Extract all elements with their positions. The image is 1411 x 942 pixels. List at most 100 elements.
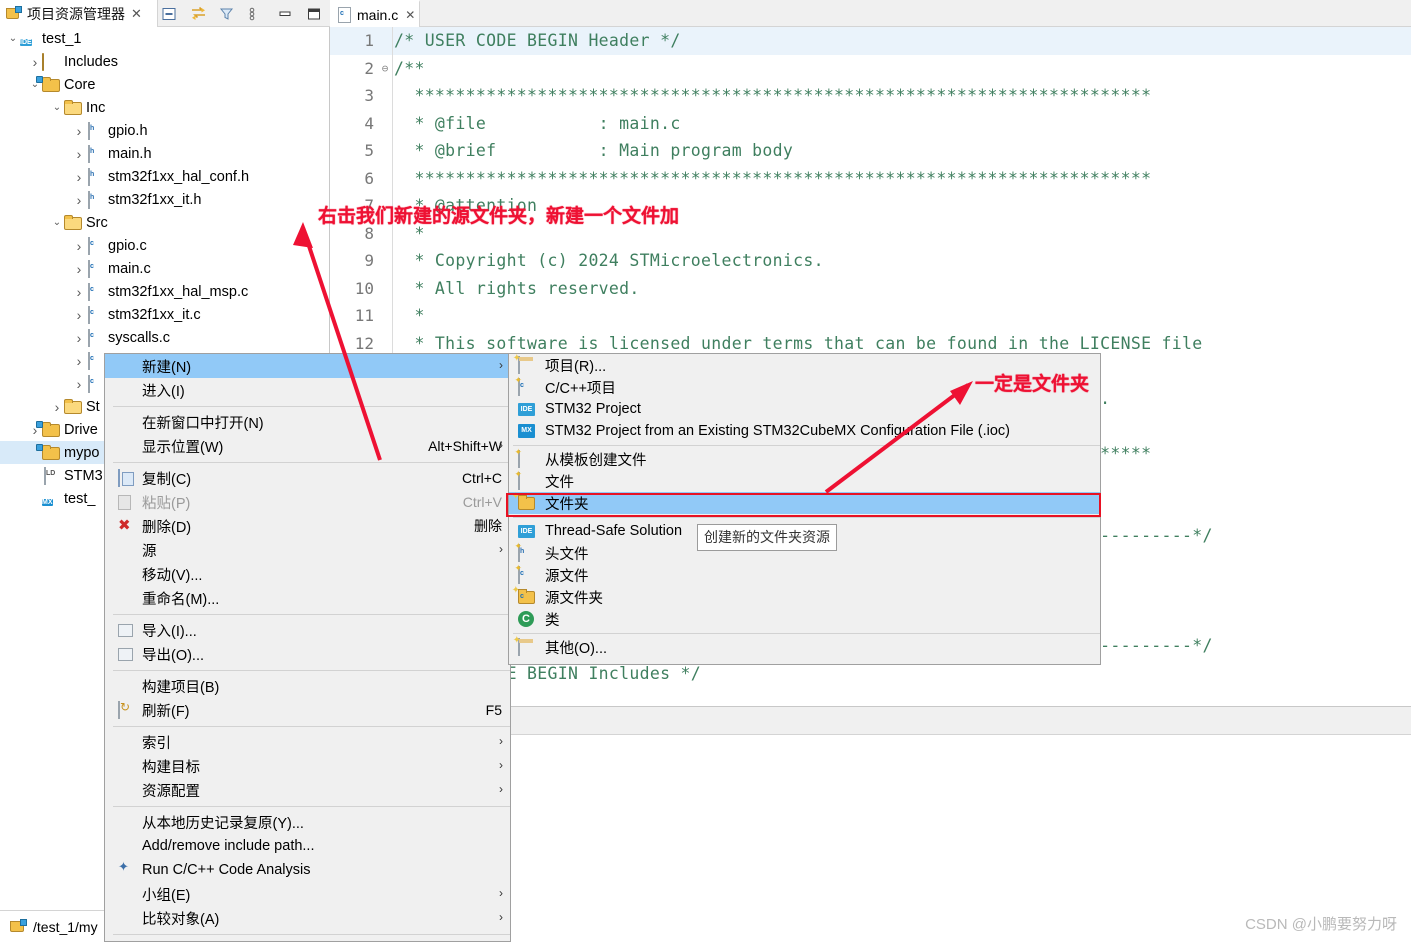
chevron-down-icon[interactable]: ⌄ (50, 217, 64, 228)
tree-item[interactable]: ⌄ Core (0, 73, 318, 96)
menu-item[interactable]: 刷新(F) F5 (105, 698, 510, 722)
tree-item-label: syscalls.c (108, 329, 171, 346)
menu-item-shortcut: Ctrl+C (461, 470, 502, 486)
fold-marker[interactable]: ⊖ (378, 62, 392, 75)
chevron-down-icon[interactable]: ⌄ (50, 102, 64, 113)
chevron-right-icon[interactable]: › (72, 377, 86, 391)
code-text: * (394, 306, 425, 326)
menu-item[interactable]: 复制(C) Ctrl+C (105, 466, 510, 490)
tree-item[interactable]: › c gpio.c (0, 234, 318, 257)
menu-item[interactable]: 属性(R) (105, 938, 510, 942)
menu-item[interactable]: 导出(O)... (105, 642, 510, 666)
menu-item[interactable]: C类 (509, 608, 1100, 630)
menu-item[interactable]: 构建目标 › (105, 754, 510, 778)
menu-item[interactable]: ✦ c 源文件夹 (509, 585, 1100, 608)
menu-item[interactable]: ✦ 文件 (509, 469, 1100, 492)
editor-tabbar: c main.c ✕ (330, 0, 1411, 27)
collapse-all-icon[interactable] (161, 6, 177, 22)
minimize-icon[interactable] (277, 6, 293, 22)
annotation-text-2: 一定是文件夹 (975, 374, 1090, 395)
chevron-down-icon[interactable]: ⌄ (6, 33, 20, 44)
menu-item[interactable]: IDE STM32 Project (509, 398, 1100, 420)
menu-item-label: 小组(E) (142, 887, 191, 904)
filter-icon[interactable] (219, 6, 235, 22)
maximize-icon[interactable] (306, 6, 322, 22)
annotation-text-1: 右击我们新建的源文件夹，新建一个文件加 (318, 206, 680, 227)
menu-item[interactable]: ✦ 从模板创建文件 (509, 447, 1100, 470)
menu-item[interactable]: 重命名(M)... (105, 586, 510, 610)
explorer-tab[interactable]: 项目资源管理器 ✕ (0, 0, 158, 27)
tree-item[interactable]: › h stm32f1xx_hal_conf.h (0, 165, 318, 188)
tree-item[interactable]: › h gpio.h (0, 119, 318, 142)
chevron-right-icon[interactable]: › (28, 55, 42, 69)
tree-item[interactable]: ⌄ IDE test_1 (0, 27, 318, 50)
tree-item[interactable]: › c stm32f1xx_hal_msp.c (0, 280, 318, 303)
menu-item-label: 其他(O)... (545, 640, 608, 657)
line-number: 12 (354, 333, 374, 353)
menu-item[interactable]: 比较对象(A) › (105, 906, 510, 930)
tree-item[interactable]: › Includes (0, 50, 318, 73)
chevron-right-icon[interactable]: › (72, 147, 86, 161)
menu-item[interactable]: MX STM32 Project from an Existing STM32Cu… (509, 420, 1100, 442)
cubemx-icon: MX (515, 423, 539, 440)
tree-item[interactable]: › h stm32f1xx_it.h (0, 188, 318, 211)
tree-item[interactable]: › c stm32f1xx_it.c (0, 303, 318, 326)
chevron-right-icon[interactable]: › (72, 193, 86, 207)
close-icon[interactable]: ✕ (131, 6, 142, 22)
chevron-right-icon[interactable]: › (72, 262, 86, 276)
chevron-right-icon[interactable]: › (72, 354, 86, 368)
code-line: 10 * All rights reserved. (330, 275, 1411, 303)
menu-item[interactable]: Run C/C++ Code Analysis (105, 858, 510, 882)
code-text: /* USER CODE BEGIN Header */ (394, 31, 681, 51)
tree-item[interactable]: › h main.h (0, 142, 318, 165)
chevron-right-icon[interactable]: › (72, 124, 86, 138)
chevron-right-icon[interactable]: › (50, 400, 64, 414)
source-folder-icon (36, 443, 59, 461)
menu-item[interactable]: 显示位置(W) Alt+Shift+W › (105, 434, 510, 458)
menu-item[interactable]: ✖ 删除(D) 删除 (105, 514, 510, 538)
folder-icon (64, 399, 81, 415)
menu-item[interactable]: 小组(E) › (105, 882, 510, 906)
chevron-right-icon[interactable]: › (72, 239, 86, 253)
refresh-icon (115, 701, 137, 719)
tree-item[interactable]: › c syscalls.c (0, 326, 318, 349)
menu-item-label: 从本地历史记录复原(Y)... (142, 815, 304, 832)
source-folder-icon (36, 420, 59, 438)
menu-item[interactable]: 索引 › (105, 730, 510, 754)
header-file-icon: h (86, 190, 103, 209)
menu-item[interactable]: 进入(I) (105, 378, 510, 402)
chevron-right-icon[interactable]: › (72, 308, 86, 322)
tree-item[interactable]: ⌄ Src (0, 211, 318, 234)
tree-item[interactable]: ⌄ Inc (0, 96, 318, 119)
tree-item-label: mypo (64, 444, 100, 461)
close-icon[interactable]: ✕ (405, 8, 415, 22)
context-menu[interactable]: 新建(N) › 进入(I) 在新窗口中打开(N) 显示位置(W) Alt+Shift+W ›… (104, 353, 511, 942)
menu-item[interactable]: 从本地历史记录复原(Y)... (105, 810, 510, 834)
menu-icon-empty (115, 590, 137, 606)
menu-item[interactable]: 资源配置 › (105, 778, 510, 802)
c-file-icon: c (86, 328, 103, 347)
menu-item[interactable]: ✦ 文件夹 (509, 491, 1100, 514)
editor-tab-label: main.c (357, 6, 399, 23)
menu-item[interactable]: 移动(V)... (105, 562, 510, 586)
menu-item[interactable]: 构建项目(B) (105, 674, 510, 698)
menu-item[interactable]: Add/remove include path... (105, 834, 510, 858)
menu-item-label: 新建(N) (142, 359, 192, 376)
link-with-editor-icon[interactable] (190, 6, 206, 22)
chevron-right-icon[interactable]: › (72, 170, 86, 184)
menu-item[interactable]: 源 › (105, 538, 510, 562)
chevron-right-icon[interactable]: › (72, 285, 86, 299)
tree-item[interactable]: › c main.c (0, 257, 318, 280)
tree-item-label: Includes (64, 53, 119, 70)
menu-item[interactable]: 导入(I)... (105, 618, 510, 642)
menu-item[interactable]: 新建(N) › (105, 354, 510, 378)
view-menu-icon[interactable] (248, 6, 264, 22)
menu-item[interactable]: ✦ 其他(O)... (509, 635, 1100, 658)
menu-item[interactable]: c ✦ 源文件 (509, 563, 1100, 586)
new-submenu[interactable]: ✦ 项目(R)... c ✦ C/C++项目 IDE STM32 Project MX STM3… (508, 353, 1101, 665)
menu-item[interactable]: 在新窗口中打开(N) (105, 410, 510, 434)
editor-tab-main-c[interactable]: c main.c ✕ (330, 0, 420, 27)
menu-item-label: 导出(O)... (142, 647, 205, 664)
chevron-right-icon[interactable]: › (72, 331, 86, 345)
new-project-icon: ✦ (513, 635, 539, 656)
